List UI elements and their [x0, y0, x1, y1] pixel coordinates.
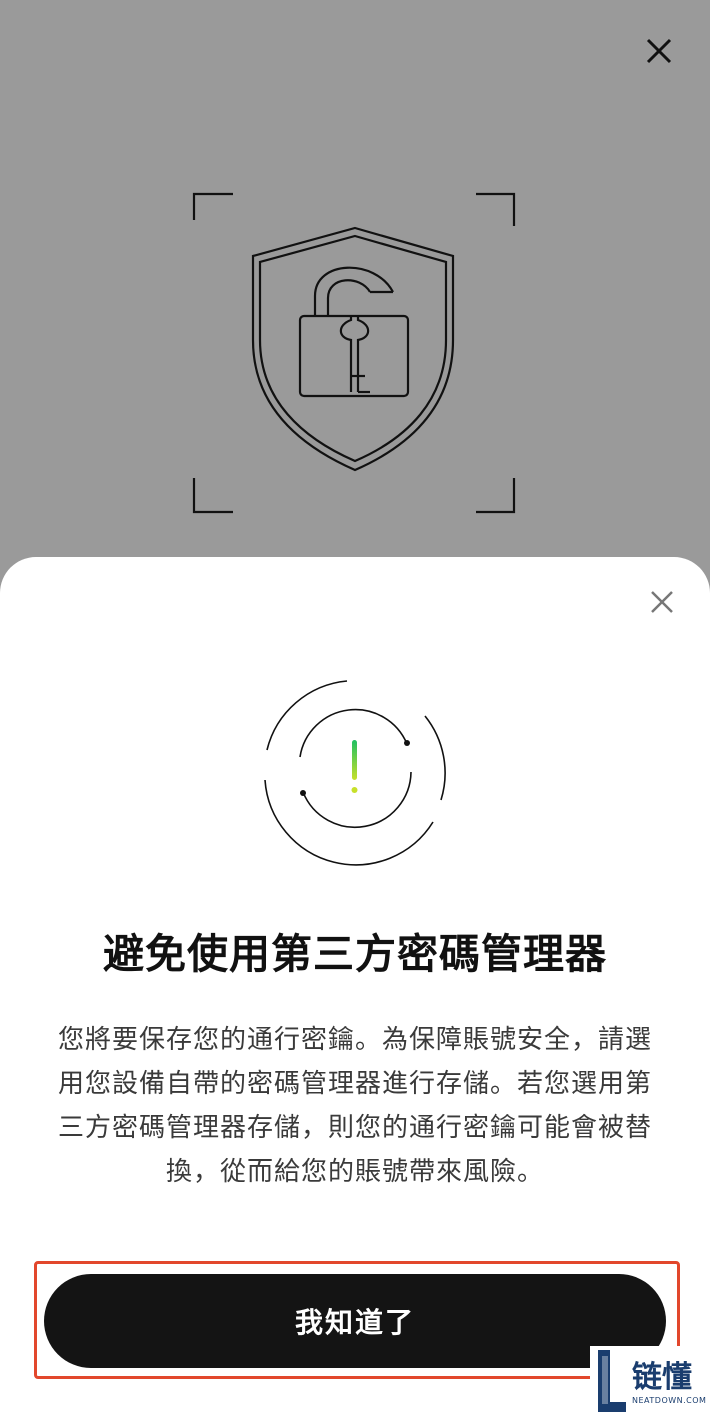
shield-unlocked-padlock-icon [192, 192, 516, 514]
close-icon [646, 38, 672, 64]
sheet-title: 避免使用第三方密碼管理器 [103, 930, 607, 978]
sheet-close-button[interactable] [645, 585, 679, 619]
sheet-description: 您將要保存您的通行密鑰。為保障賬號安全，請選用您設備自帶的密碼管理器進行存儲。若… [57, 1025, 652, 1187]
background-close-button[interactable] [638, 30, 680, 72]
watermark-subtext: NEATDOWN.COM [632, 1396, 707, 1405]
watermark-logo: 链懂 NEATDOWN.COM [590, 1346, 710, 1417]
watermark-text: 链懂 [632, 1360, 692, 1395]
acknowledge-button[interactable]: 我知道了 [44, 1274, 666, 1368]
close-icon [651, 591, 673, 613]
exclamation-icon [264, 680, 446, 866]
logo-mark-icon [598, 1350, 626, 1412]
